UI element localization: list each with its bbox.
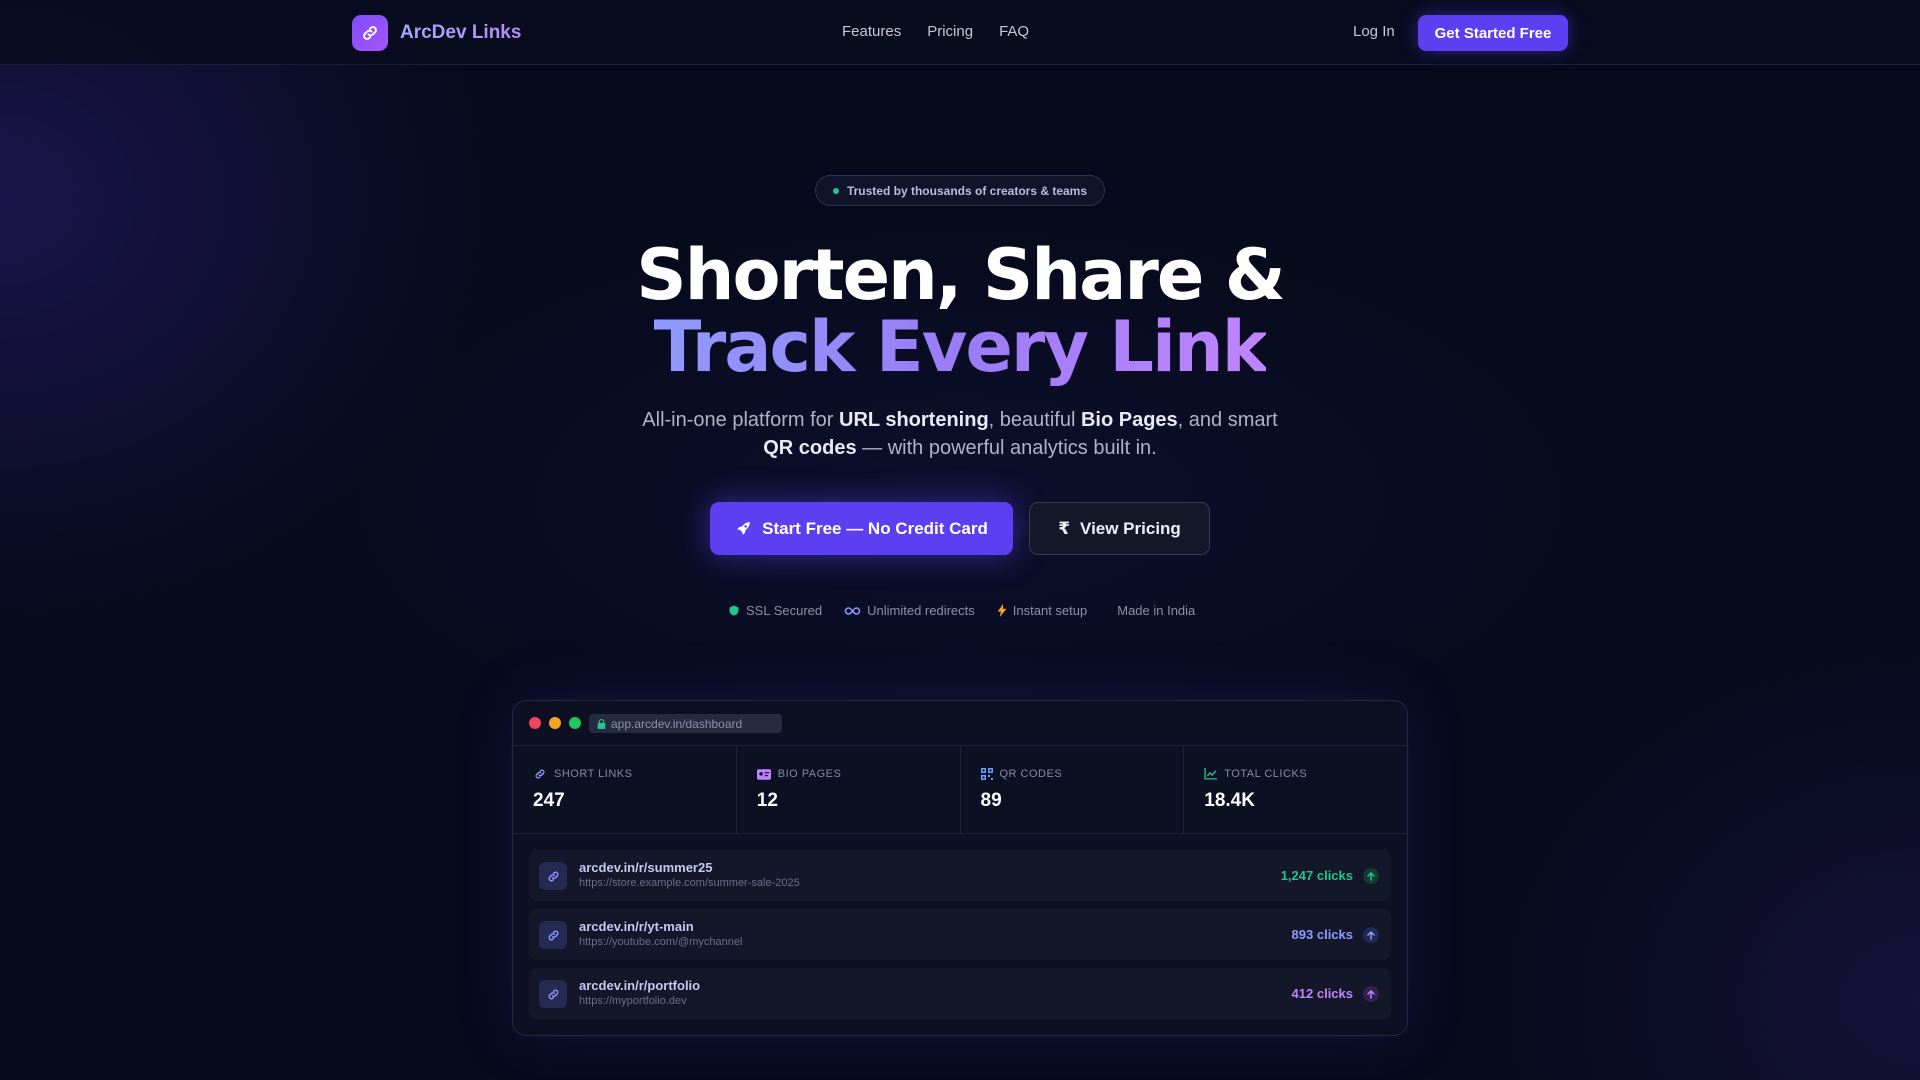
login-link[interactable]: Log In xyxy=(1353,23,1395,40)
destination-url: https://store.example.com/summer-sale-20… xyxy=(579,877,800,889)
trust-badge-text: Trusted by thousands of creators & teams xyxy=(846,183,1088,198)
stat-label: BIO PAGES xyxy=(756,768,960,780)
stat-label-text: BIO PAGES xyxy=(777,768,842,780)
stat-label-text: SHORT LINKS xyxy=(554,768,633,780)
destination-url: https://myportfolio.dev xyxy=(579,995,687,1007)
minimize-dot-icon xyxy=(549,717,561,729)
click-count: 412 clicks xyxy=(1291,986,1353,1001)
rocket-icon xyxy=(737,522,750,535)
link-icon xyxy=(539,980,567,1008)
arrow-up-icon xyxy=(1363,986,1379,1002)
trust-item: Instant setup xyxy=(997,603,1087,618)
recent-links-list: arcdev.in/r/summer25 https://store.examp… xyxy=(513,834,1407,1019)
link-row[interactable]: arcdev.in/r/portfolio https://myportfoli… xyxy=(529,968,1391,1019)
address-text: app.arcdev.in/dashboard xyxy=(611,716,743,731)
subtitle-text: , and smart xyxy=(1177,409,1278,431)
stat-value: 247 xyxy=(533,790,565,811)
nav-link-faq[interactable]: FAQ xyxy=(999,23,1029,40)
shield-icon xyxy=(729,605,739,616)
click-count: 1,247 clicks xyxy=(1280,868,1353,883)
link-row[interactable]: arcdev.in/r/yt-main https://youtube.com/… xyxy=(529,909,1391,960)
trust-label: Instant setup xyxy=(1012,603,1088,618)
stat-label: QR CODES xyxy=(980,768,1184,780)
link-row[interactable]: arcdev.in/r/summer25 https://store.examp… xyxy=(529,850,1391,901)
infinity-icon xyxy=(844,606,861,615)
arrow-up-icon xyxy=(1363,868,1379,884)
stat-label-text: QR CODES xyxy=(999,768,1063,780)
trust-item: SSL Secured xyxy=(728,603,822,618)
click-count: 893 clicks xyxy=(1291,927,1353,942)
subtitle-bold: Bio Pages xyxy=(1080,409,1178,431)
stat-card-qr-codes: QR CODES 89 xyxy=(961,746,1185,833)
nav-links: Features Pricing FAQ xyxy=(842,23,1029,40)
stat-label-text: TOTAL CLICKS xyxy=(1224,768,1308,780)
trust-item: Made in India xyxy=(1117,603,1195,618)
brand-name: ArcDev Links xyxy=(400,22,522,43)
trust-badge: Trusted by thousands of creators & teams xyxy=(815,175,1105,206)
close-dot-icon xyxy=(529,717,541,729)
arrow-up-icon xyxy=(1363,927,1379,943)
subtitle-text: , beautiful xyxy=(988,409,1081,431)
stat-card-bio-pages: BIO PAGES 12 xyxy=(737,746,961,833)
browser-bar: app.arcdev.in/dashboard xyxy=(513,701,1407,746)
nav-link-features[interactable]: Features xyxy=(842,23,901,40)
link-logo-icon xyxy=(352,15,388,51)
stat-value: 89 xyxy=(980,790,1002,811)
trust-label: SSL Secured xyxy=(746,603,823,618)
link-icon xyxy=(535,769,545,779)
chart-icon xyxy=(1204,768,1218,780)
link-icon xyxy=(539,862,567,890)
stat-value: 18.4K xyxy=(1204,790,1255,811)
maximize-dot-icon xyxy=(569,717,581,729)
stat-card-total-clicks: TOTAL CLICKS 18.4K xyxy=(1184,746,1407,833)
stat-label: SHORT LINKS xyxy=(533,768,736,780)
link-icon xyxy=(539,921,567,949)
rupee-icon: ₹ xyxy=(1058,518,1071,538)
address-bar: app.arcdev.in/dashboard xyxy=(589,714,782,733)
nav-link-pricing[interactable]: Pricing xyxy=(927,23,973,40)
short-url: arcdev.in/r/summer25 xyxy=(579,860,713,875)
subtitle-text: — with powerful analytics built in. xyxy=(856,437,1157,459)
hero-title-gradient: Track Every Link xyxy=(653,306,1269,388)
hero-subtitle: All-in-one platform for URL shortening, … xyxy=(560,406,1360,462)
id-card-icon xyxy=(756,768,771,780)
subtitle-bold: QR codes xyxy=(763,437,857,459)
view-pricing-label: View Pricing xyxy=(1080,518,1181,538)
trust-label: Unlimited redirects xyxy=(867,603,975,618)
hero-title-line2: Track Every Link xyxy=(0,312,1920,382)
lock-icon xyxy=(597,718,606,729)
short-url: arcdev.in/r/portfolio xyxy=(579,978,701,993)
status-dot-icon xyxy=(832,187,839,194)
top-navbar: ArcDev Links Features Pricing FAQ Log In… xyxy=(0,0,1920,65)
short-url: arcdev.in/r/yt-main xyxy=(579,919,694,934)
stat-value: 12 xyxy=(756,790,778,811)
stat-card-short-links: SHORT LINKS 247 xyxy=(513,746,737,833)
subtitle-text: All-in-one platform for xyxy=(642,409,840,431)
trust-row: SSL Secured Unlimited redirects Instant … xyxy=(728,603,1195,618)
start-free-label: Start Free — No Credit Card xyxy=(762,518,988,538)
hero-title-line1: Shorten, Share & xyxy=(636,234,1286,316)
start-free-button[interactable]: Start Free — No Credit Card xyxy=(710,502,1013,555)
get-started-button[interactable]: Get Started Free xyxy=(1418,15,1568,51)
brand[interactable]: ArcDev Links xyxy=(352,15,521,51)
lightning-icon xyxy=(997,604,1007,617)
dashboard-preview: app.arcdev.in/dashboard SHORT LINKS 247 … xyxy=(512,700,1408,1036)
destination-url: https://youtube.com/@mychannel xyxy=(579,936,743,948)
qr-icon xyxy=(980,768,993,780)
subtitle-bold: URL shortening xyxy=(839,409,989,431)
stat-label: TOTAL CLICKS xyxy=(1204,768,1407,780)
stats-row: SHORT LINKS 247 BIO PAGES 12 QR CODES 89… xyxy=(513,746,1407,834)
trust-item: Unlimited redirects xyxy=(844,603,975,618)
trust-label: Made in India xyxy=(1117,603,1196,618)
view-pricing-button[interactable]: ₹ View Pricing xyxy=(1029,502,1210,555)
